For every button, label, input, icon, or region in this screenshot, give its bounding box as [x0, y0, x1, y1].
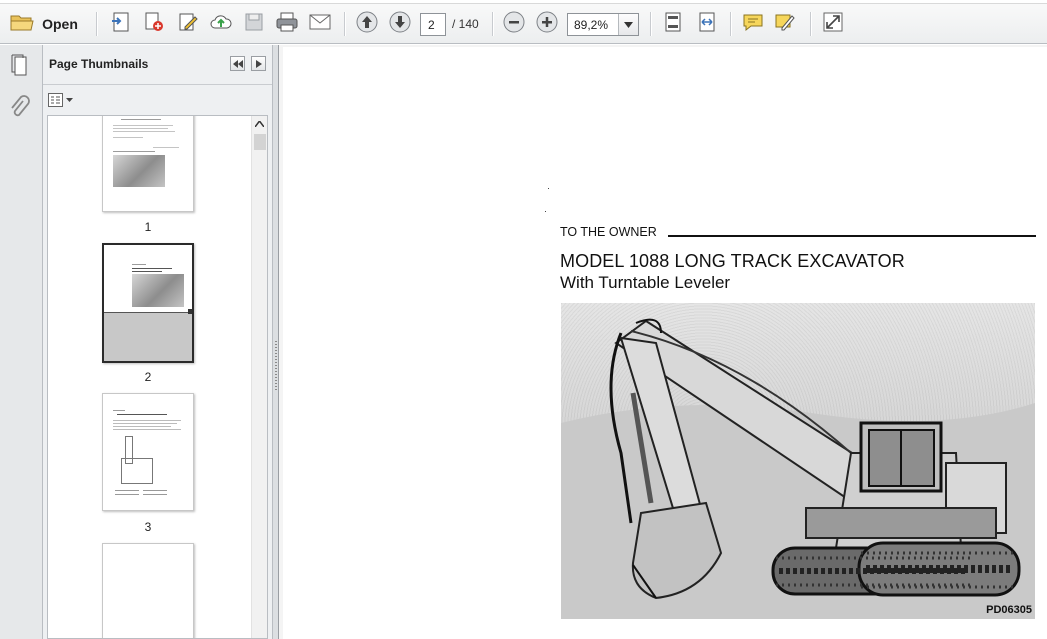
- thumbnail-page-1[interactable]: [102, 116, 194, 212]
- zoom-value: 89,2%: [574, 18, 609, 32]
- create-pdf-button[interactable]: [108, 11, 134, 37]
- thumbnail-list[interactable]: 1 2 3: [47, 115, 268, 639]
- comment-button[interactable]: [740, 11, 766, 37]
- chevron-down-icon[interactable]: [618, 14, 638, 35]
- email-button[interactable]: [306, 11, 334, 37]
- thumbnail-label: 1: [144, 220, 152, 234]
- excavator-photo: PD06305: [561, 303, 1035, 619]
- panel-title: Page Thumbnails: [49, 57, 149, 71]
- double-chevron-left-icon: [232, 55, 243, 73]
- toolbar-separator: [96, 12, 97, 36]
- zoom-select[interactable]: 89,2%: [567, 13, 639, 36]
- zoom-out-icon: [503, 11, 525, 38]
- full-width-icon: [696, 11, 718, 38]
- highlight-icon: [774, 11, 796, 38]
- collapse-panel-button[interactable]: [230, 56, 245, 71]
- create-pdf-icon: [110, 11, 132, 38]
- attachment-icon[interactable]: [8, 95, 30, 126]
- scroll-thumb[interactable]: [254, 134, 266, 150]
- save-button[interactable]: [242, 11, 266, 37]
- previous-page-button[interactable]: [354, 11, 380, 37]
- fit-page-button[interactable]: [660, 11, 686, 37]
- save-icon: [244, 12, 264, 37]
- menu-strip: [0, 0, 1047, 4]
- highlight-button[interactable]: [772, 11, 798, 37]
- upload-button[interactable]: [207, 11, 235, 37]
- page-thumbnails-icon[interactable]: [9, 53, 31, 82]
- upload-cloud-icon: [209, 12, 233, 37]
- toolbar-separator: [730, 12, 731, 36]
- combine-button[interactable]: [141, 11, 167, 37]
- edit-button[interactable]: [175, 11, 201, 37]
- chevron-right-icon: [255, 55, 262, 73]
- thumbnails-panel: Page Thumbnails 1 2 3: [43, 45, 272, 639]
- thumbnail-label: 2: [144, 370, 152, 384]
- scan-speck: [548, 188, 549, 189]
- print-icon: [275, 11, 299, 38]
- toolbar-separator: [344, 12, 345, 36]
- open-folder-icon: [10, 12, 34, 37]
- thumbnail-page-2[interactable]: [102, 243, 194, 363]
- thumbnail-scrollbar[interactable]: [251, 116, 267, 638]
- next-page-icon: [389, 11, 411, 38]
- toolbar-separator: [810, 12, 811, 36]
- zoom-out-button[interactable]: [501, 11, 527, 37]
- open-label: Open: [42, 16, 78, 32]
- thumbnail-options-row: [43, 86, 272, 114]
- model-subtitle: With Turntable Leveler: [560, 273, 731, 292]
- main-toolbar: Open 2 / 140 89,2%: [0, 0, 1047, 44]
- zoom-in-button[interactable]: [534, 11, 560, 37]
- scan-speck: [545, 211, 546, 212]
- fit-page-icon: [663, 11, 683, 38]
- excavator-illustration: [561, 318, 1035, 619]
- next-page-button[interactable]: [387, 11, 413, 37]
- navigation-rail: [0, 45, 43, 639]
- thumbnail-label: 3: [144, 520, 152, 534]
- model-title: MODEL 1088 LONG TRACK EXCAVATOR: [560, 251, 905, 271]
- full-width-button[interactable]: [694, 11, 720, 37]
- heading-rule: [668, 235, 1036, 237]
- combine-icon: [143, 11, 165, 38]
- open-button[interactable]: Open: [8, 11, 80, 37]
- photo-code: PD06305: [986, 604, 1032, 616]
- comment-icon: [742, 12, 764, 37]
- options-menu-icon[interactable]: [48, 93, 74, 112]
- toolbar-separator: [650, 12, 651, 36]
- thumbnail-page-4[interactable]: [102, 543, 194, 638]
- page-number-input[interactable]: 2: [420, 13, 446, 36]
- owner-heading: TO THE OWNER: [560, 225, 657, 239]
- print-button[interactable]: [273, 11, 301, 37]
- panel-splitter[interactable]: [272, 45, 279, 639]
- document-page: TO THE OWNER MODEL 1088 LONG TRACK EXCAV…: [283, 47, 1047, 639]
- email-icon: [308, 13, 332, 36]
- fullscreen-button[interactable]: [820, 11, 846, 37]
- scroll-up-icon[interactable]: [252, 116, 267, 132]
- expand-panel-button[interactable]: [251, 56, 266, 71]
- thumbnail-page-3[interactable]: [102, 393, 194, 511]
- page-total: / 140: [452, 17, 479, 31]
- edit-icon: [177, 11, 199, 38]
- toolbar-separator: [492, 12, 493, 36]
- fullscreen-icon: [822, 11, 844, 38]
- previous-page-icon: [356, 11, 378, 38]
- document-viewport: TO THE OWNER MODEL 1088 LONG TRACK EXCAV…: [279, 45, 1047, 639]
- panel-header: Page Thumbnails: [43, 45, 272, 85]
- zoom-in-icon: [536, 11, 558, 38]
